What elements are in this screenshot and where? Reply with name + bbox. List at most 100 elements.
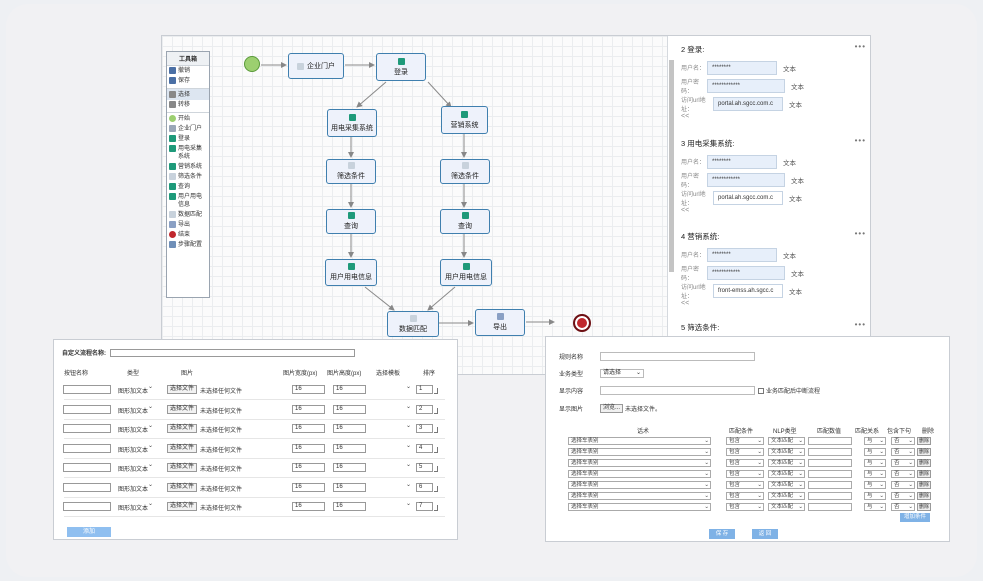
type-select[interactable]: 图形加文本 xyxy=(118,386,148,395)
nlp-type-select[interactable]: 文本匹配 ⌄ xyxy=(768,481,805,489)
add-button[interactable]: 添加 xyxy=(67,527,111,537)
type-select[interactable]: 图形加文本 xyxy=(118,464,148,473)
node-export[interactable]: 导出 xyxy=(475,309,525,336)
delete-button[interactable]: 删除 xyxy=(917,481,931,489)
template-select-icon[interactable]: ⌄ xyxy=(406,481,411,488)
match-condition-select[interactable]: 包含 ⌄ xyxy=(726,481,764,489)
button-name-input[interactable] xyxy=(63,443,111,453)
resize-handle-icon[interactable] xyxy=(434,466,438,472)
resize-handle-icon[interactable] xyxy=(434,446,438,453)
resize-handle-icon[interactable] xyxy=(434,505,438,511)
include-next-select[interactable]: 否 ⌄ xyxy=(891,448,915,456)
match-value-input[interactable] xyxy=(808,492,852,500)
property-input[interactable]: front-emss.ah.sgcc.c xyxy=(713,283,783,298)
node-login[interactable]: 登录 xyxy=(376,53,426,81)
property-input[interactable]: ************ xyxy=(707,78,785,93)
include-next-select[interactable]: 否 ⌄ xyxy=(891,481,915,489)
include-next-select[interactable]: 否 ⌄ xyxy=(891,503,915,511)
choose-file-button[interactable]: 选择文件 xyxy=(167,404,198,414)
speech-select[interactable]: 选择车表别 ⌄ xyxy=(568,470,711,478)
match-value-input[interactable] xyxy=(808,459,852,467)
nlp-type-select[interactable]: 文本匹配 ⌄ xyxy=(768,470,805,478)
tool-item[interactable]: 数据匹配 xyxy=(167,210,209,220)
delete-button[interactable]: 删除 xyxy=(917,448,931,456)
tool-item[interactable]: 筛选条件 xyxy=(167,172,209,182)
image-height-input[interactable]: 16 xyxy=(333,385,366,394)
button-name-input[interactable] xyxy=(63,463,111,472)
property-input[interactable]: ************ xyxy=(707,172,785,187)
image-height-input[interactable]: 16 xyxy=(333,463,366,472)
resize-handle-icon[interactable] xyxy=(434,485,438,492)
button-name-input[interactable] xyxy=(63,404,111,414)
image-width-input[interactable]: 16 xyxy=(292,482,325,492)
match-condition-select[interactable]: 包含 ⌄ xyxy=(726,492,764,500)
nlp-type-select[interactable]: 文本匹配 ⌄ xyxy=(768,448,805,456)
image-height-input[interactable]: 16 xyxy=(333,502,366,511)
template-select-icon[interactable]: ⌄ xyxy=(406,500,411,507)
tool-item[interactable]: 步骤配置 xyxy=(167,240,209,250)
property-input[interactable]: ******** xyxy=(707,154,777,169)
tool-item[interactable]: 用电采集系统 xyxy=(167,144,209,162)
delete-button[interactable]: 删除 xyxy=(917,459,931,467)
node-user-info-left[interactable]: 用户用电信息 xyxy=(325,259,377,286)
node-filter-left[interactable]: 筛选条件 xyxy=(326,159,376,184)
node-query-left[interactable]: 查询 xyxy=(326,209,376,234)
delete-button[interactable]: 删除 xyxy=(917,492,931,500)
include-next-select[interactable]: 否 ⌄ xyxy=(891,437,915,445)
order-stepper[interactable]: 3 xyxy=(416,424,433,433)
match-relation-select[interactable]: 与 ⌄ xyxy=(864,448,886,456)
type-select[interactable]: 图形加文本 xyxy=(118,484,148,493)
tool-item[interactable]: 转移 xyxy=(167,100,209,110)
template-select-icon[interactable]: ⌄ xyxy=(406,403,411,410)
order-stepper[interactable]: 5 xyxy=(416,463,433,472)
include-next-select[interactable]: 否 ⌄ xyxy=(891,470,915,478)
choose-file-button[interactable]: 选择文件 xyxy=(167,502,198,511)
image-width-input[interactable]: 16 xyxy=(292,502,325,511)
image-width-input[interactable]: 16 xyxy=(292,424,325,433)
collapse-icon[interactable]: << xyxy=(681,300,866,307)
property-input[interactable]: portal.ah.sgcc.com.c xyxy=(713,190,783,205)
match-condition-select[interactable]: 包含 ⌄ xyxy=(726,503,764,511)
nlp-type-select[interactable]: 文本匹配 ⌄ xyxy=(768,492,805,500)
speech-select[interactable]: 选择车表别 ⌄ xyxy=(568,492,711,500)
image-width-input[interactable]: 16 xyxy=(292,443,325,453)
delete-button[interactable]: 删除 xyxy=(917,503,931,511)
speech-select[interactable]: 选择车表别 ⌄ xyxy=(568,503,711,511)
property-input[interactable]: ************ xyxy=(707,265,785,280)
choose-file-button[interactable]: 选择文件 xyxy=(167,385,198,394)
speech-select[interactable]: 选择车表别 ⌄ xyxy=(568,437,711,445)
more-icon[interactable]: ••• xyxy=(855,42,866,51)
match-value-input[interactable] xyxy=(808,503,852,511)
include-next-select[interactable]: 否 ⌄ xyxy=(891,492,915,500)
save-button[interactable]: 保 存 xyxy=(709,529,735,539)
tool-item[interactable]: 撤销 xyxy=(167,66,209,76)
node-data-match[interactable]: 数据匹配 xyxy=(387,311,439,337)
tool-item[interactable]: 查询 xyxy=(167,182,209,192)
order-stepper[interactable]: 2 xyxy=(416,404,433,414)
node-query-right[interactable]: 查询 xyxy=(440,209,490,234)
image-height-input[interactable]: 16 xyxy=(333,424,366,433)
delete-button[interactable]: 删除 xyxy=(917,437,931,445)
choose-file-button[interactable]: 选择文件 xyxy=(167,424,198,433)
flow-name-input[interactable] xyxy=(110,348,355,357)
biz-type-select[interactable]: 请选择 ⌄ xyxy=(600,369,644,378)
property-input[interactable]: ******** xyxy=(707,247,777,262)
speech-select[interactable]: 选择车表别 ⌄ xyxy=(568,481,711,489)
node-marketing-system[interactable]: 营销系统 xyxy=(441,106,488,134)
image-width-input[interactable]: 16 xyxy=(292,404,325,414)
match-value-input[interactable] xyxy=(808,481,852,489)
button-name-input[interactable] xyxy=(63,424,111,433)
node-user-info-right[interactable]: 用户用电信息 xyxy=(440,259,492,286)
match-relation-select[interactable]: 与 ⌄ xyxy=(864,437,886,445)
match-condition-select[interactable]: 包含 ⌄ xyxy=(726,448,764,456)
flow-canvas[interactable]: 企业门户 登录 用电采集系统 营销系统 筛选条件 筛选条件 查询 查询 用户用电… xyxy=(162,36,667,374)
nlp-type-select[interactable]: 文本匹配 ⌄ xyxy=(768,437,805,445)
end-event[interactable] xyxy=(573,314,591,332)
node-portal[interactable]: 企业门户 xyxy=(288,53,344,79)
template-select-icon[interactable]: ⌄ xyxy=(406,422,411,429)
tool-item[interactable]: 开始 xyxy=(167,112,209,124)
nlp-type-select[interactable]: 文本匹配 ⌄ xyxy=(768,503,805,511)
tool-item[interactable]: 保存 xyxy=(167,76,209,86)
include-next-select[interactable]: 否 ⌄ xyxy=(891,459,915,467)
image-height-input[interactable]: 16 xyxy=(333,404,366,414)
